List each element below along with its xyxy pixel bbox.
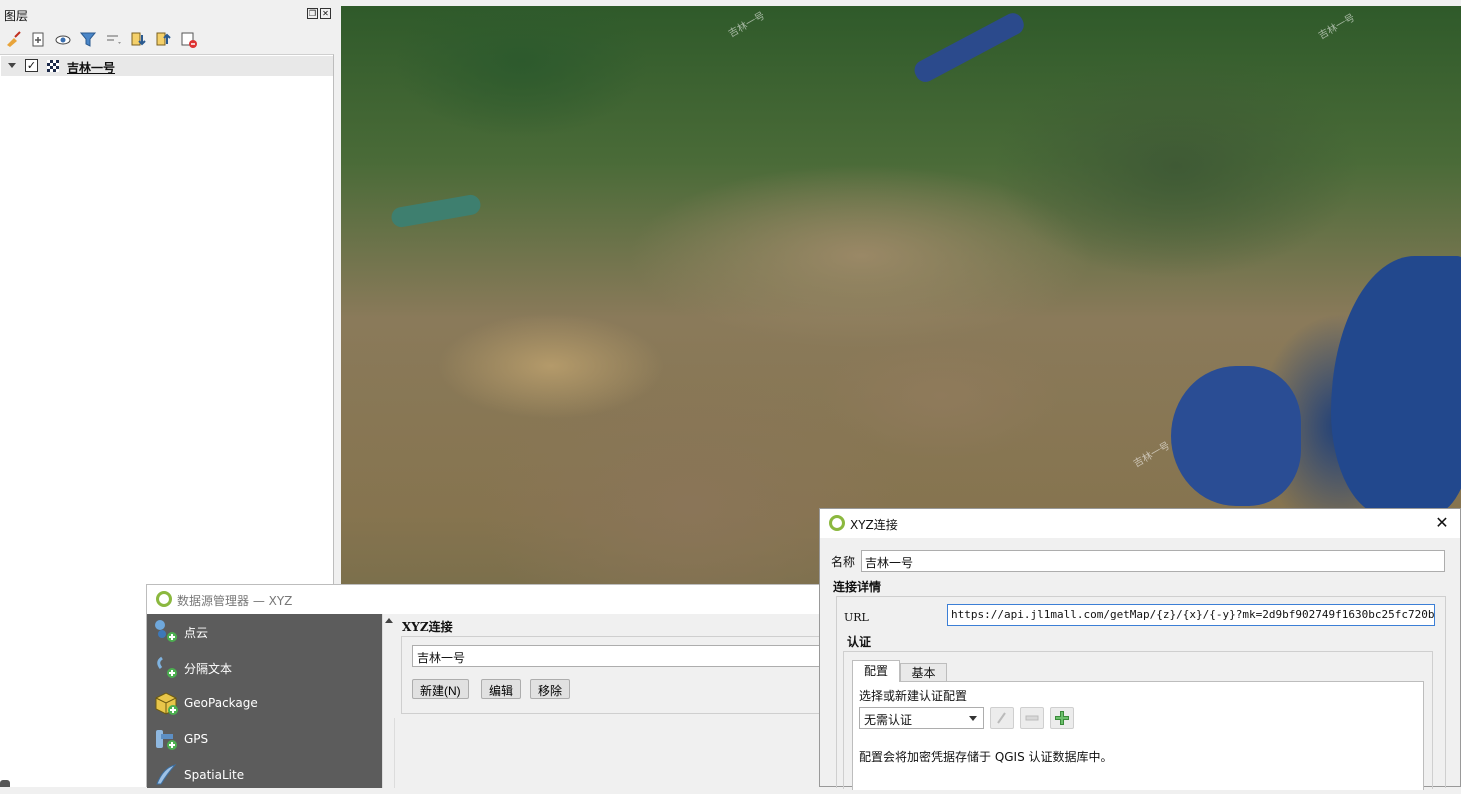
xyz-group-title: XYZ连接 — [402, 620, 453, 634]
connection-select[interactable]: 吉林一号 — [412, 645, 832, 667]
layers-panel-title: 图层 — [4, 9, 29, 23]
expand-all-icon[interactable] — [129, 30, 148, 49]
collapse-all-icon[interactable] — [154, 30, 173, 49]
map-watermark: 吉林一号 — [726, 10, 768, 40]
raster-layer-icon — [47, 60, 59, 72]
layer-name[interactable]: 吉林一号 — [67, 59, 115, 76]
visibility-eye-icon[interactable] — [54, 30, 73, 49]
remove-connection-button[interactable]: 移除 — [530, 679, 571, 699]
map-watermark: 吉林一号 — [1131, 440, 1173, 470]
sidebar-item-spatialite[interactable]: SpatiaLite — [147, 758, 382, 794]
close-panel-icon[interactable]: ✕ — [320, 8, 331, 19]
remove-auth-button[interactable] — [1020, 707, 1044, 729]
sidebar-item-point-cloud[interactable]: 点云 — [147, 614, 382, 650]
layer-visibility-checkbox[interactable]: ✓ — [25, 59, 38, 72]
sidebar-item-label: SpatiaLite — [184, 768, 245, 782]
tab-basic[interactable]: 基本 — [900, 663, 947, 682]
auth-select-label: 选择或新建认证配置 — [859, 689, 968, 703]
data-source-manager-window: 数据源管理器 — XYZ 点云 分隔文本 GeoPackage GPS Spat… — [146, 584, 832, 788]
auth-tab-pane: 选择或新建认证配置 无需认证 配置会将加密凭据存储于 QGIS 认证数据库中。 — [852, 681, 1424, 790]
layer-row[interactable]: ✓ 吉林一号 — [1, 56, 333, 76]
url-label: URL — [844, 611, 869, 624]
dsm-sidebar: 点云 分隔文本 GeoPackage GPS SpatiaLite — [147, 614, 382, 788]
delimited-text-icon — [153, 654, 179, 680]
auth-config-select[interactable]: 无需认证 — [859, 707, 984, 729]
xyz-connections-group: 吉林一号 新建(N) 编辑 移除 — [401, 636, 832, 714]
minus-icon — [1025, 715, 1039, 721]
geopackage-icon — [153, 690, 179, 716]
connection-details-group: URL https://api.jl1mall.com/getMap/{z}/{… — [836, 596, 1446, 790]
sidebar-item-geopackage[interactable]: GeoPackage — [147, 686, 382, 722]
xyz-dialog-titlebar[interactable]: XYZ连接 ✕ — [820, 509, 1460, 538]
sidebar-item-gps[interactable]: GPS — [147, 722, 382, 758]
name-input[interactable]: 吉林一号 — [861, 550, 1445, 572]
authentication-title: 认证 — [847, 635, 872, 649]
sidebar-item-delimited-text[interactable]: 分隔文本 — [147, 650, 382, 686]
layers-title-bar: 图层 ❐ ✕ — [0, 4, 336, 24]
sidebar-item-label: 点云 — [184, 626, 209, 640]
xyz-dialog-title: XYZ连接 — [850, 518, 898, 532]
xyz-connection-dialog: XYZ连接 ✕ 名称 吉林一号 连接详情 URL https://api.jl1… — [819, 508, 1461, 790]
dsm-content: XYZ连接 吉林一号 新建(N) 编辑 移除 — [394, 614, 832, 788]
splitter-handle[interactable] — [0, 780, 10, 787]
qgis-logo-icon — [156, 591, 172, 607]
chevron-down-icon[interactable] — [8, 63, 16, 68]
filter-legend-icon[interactable] — [79, 30, 98, 49]
auth-select-value: 无需认证 — [864, 713, 913, 727]
point-cloud-icon — [153, 618, 179, 644]
pencil-icon — [997, 712, 1006, 724]
dsm-lower-pane — [394, 718, 826, 788]
add-group-icon[interactable] — [29, 30, 48, 49]
sea-feature — [1171, 366, 1301, 506]
spatialite-icon — [153, 762, 179, 788]
url-input[interactable]: https://api.jl1mall.com/getMap/{z}/{x}/{… — [947, 604, 1435, 626]
sidebar-item-label: GeoPackage — [184, 696, 258, 710]
dsm-title: 数据源管理器 — XYZ — [177, 594, 293, 608]
lake-feature — [911, 9, 1028, 86]
map-watermark: 吉林一号 — [1316, 12, 1358, 42]
sidebar-item-label: 分隔文本 — [184, 662, 233, 676]
sidebar-scrollbar[interactable] — [382, 614, 394, 788]
scroll-up-icon[interactable] — [385, 618, 393, 623]
qgis-logo-icon — [829, 515, 845, 531]
sea-feature — [1331, 256, 1461, 516]
close-icon[interactable]: ✕ — [1432, 513, 1452, 533]
auth-note: 配置会将加密凭据存储于 QGIS 认证数据库中。 — [859, 750, 1113, 764]
gps-icon — [153, 726, 179, 752]
name-label: 名称 — [831, 555, 856, 569]
lake-feature — [389, 193, 483, 229]
tab-configurations[interactable]: 配置 — [852, 660, 900, 682]
authentication-group: 配置 基本 选择或新建认证配置 无需认证 配置会将加密凭据存储于 QGIS 认证… — [843, 651, 1433, 790]
chevron-down-icon — [969, 716, 977, 721]
sidebar-item-label: GPS — [184, 732, 209, 746]
add-auth-button[interactable] — [1050, 707, 1074, 729]
style-brush-icon[interactable] — [4, 30, 23, 49]
layers-toolbar — [4, 28, 198, 50]
edit-auth-button[interactable] — [990, 707, 1014, 729]
connection-details-title: 连接详情 — [833, 580, 882, 594]
filter-expression-icon[interactable] — [104, 30, 123, 49]
remove-layer-icon[interactable] — [179, 30, 198, 49]
float-panel-icon[interactable]: ❐ — [307, 8, 318, 19]
dsm-titlebar[interactable]: 数据源管理器 — XYZ — [147, 585, 825, 614]
plus-icon — [1055, 711, 1069, 725]
edit-connection-button[interactable]: 编辑 — [481, 679, 522, 699]
new-connection-button[interactable]: 新建(N) — [412, 679, 469, 699]
